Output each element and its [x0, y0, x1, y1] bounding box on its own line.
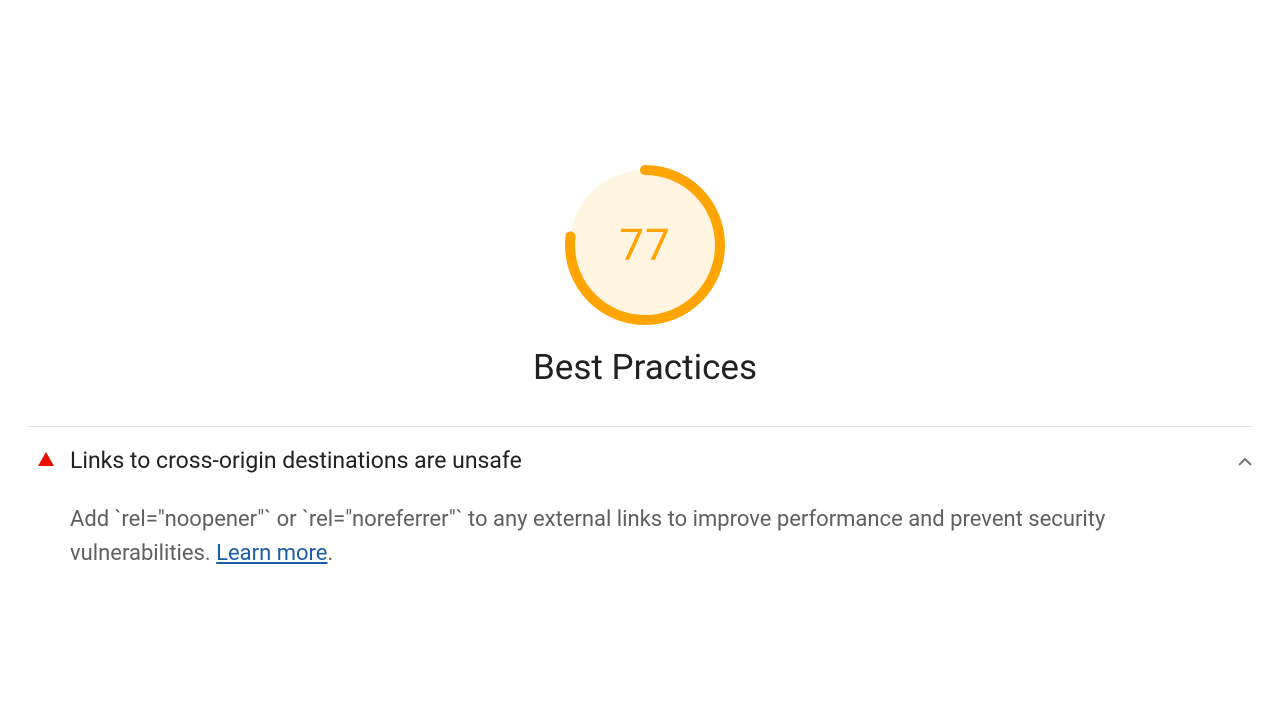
warning-triangle-icon [38, 452, 54, 466]
audit-description-suffix: . [327, 541, 333, 566]
score-section: 77 Best Practices [0, 165, 1280, 388]
category-title: Best Practices [533, 347, 757, 388]
audit-title: Links to cross-origin destinations are u… [70, 445, 1222, 477]
score-value: 77 [619, 219, 670, 271]
score-gauge: 77 [565, 165, 725, 325]
audit-description: Add `rel="noopener"` or `rel="noreferrer… [70, 503, 1222, 571]
learn-more-link[interactable]: Learn more [216, 541, 327, 566]
audit-content: Links to cross-origin destinations are u… [70, 445, 1222, 571]
audit-item[interactable]: Links to cross-origin destinations are u… [0, 427, 1280, 571]
chevron-up-icon[interactable] [1238, 451, 1252, 470]
